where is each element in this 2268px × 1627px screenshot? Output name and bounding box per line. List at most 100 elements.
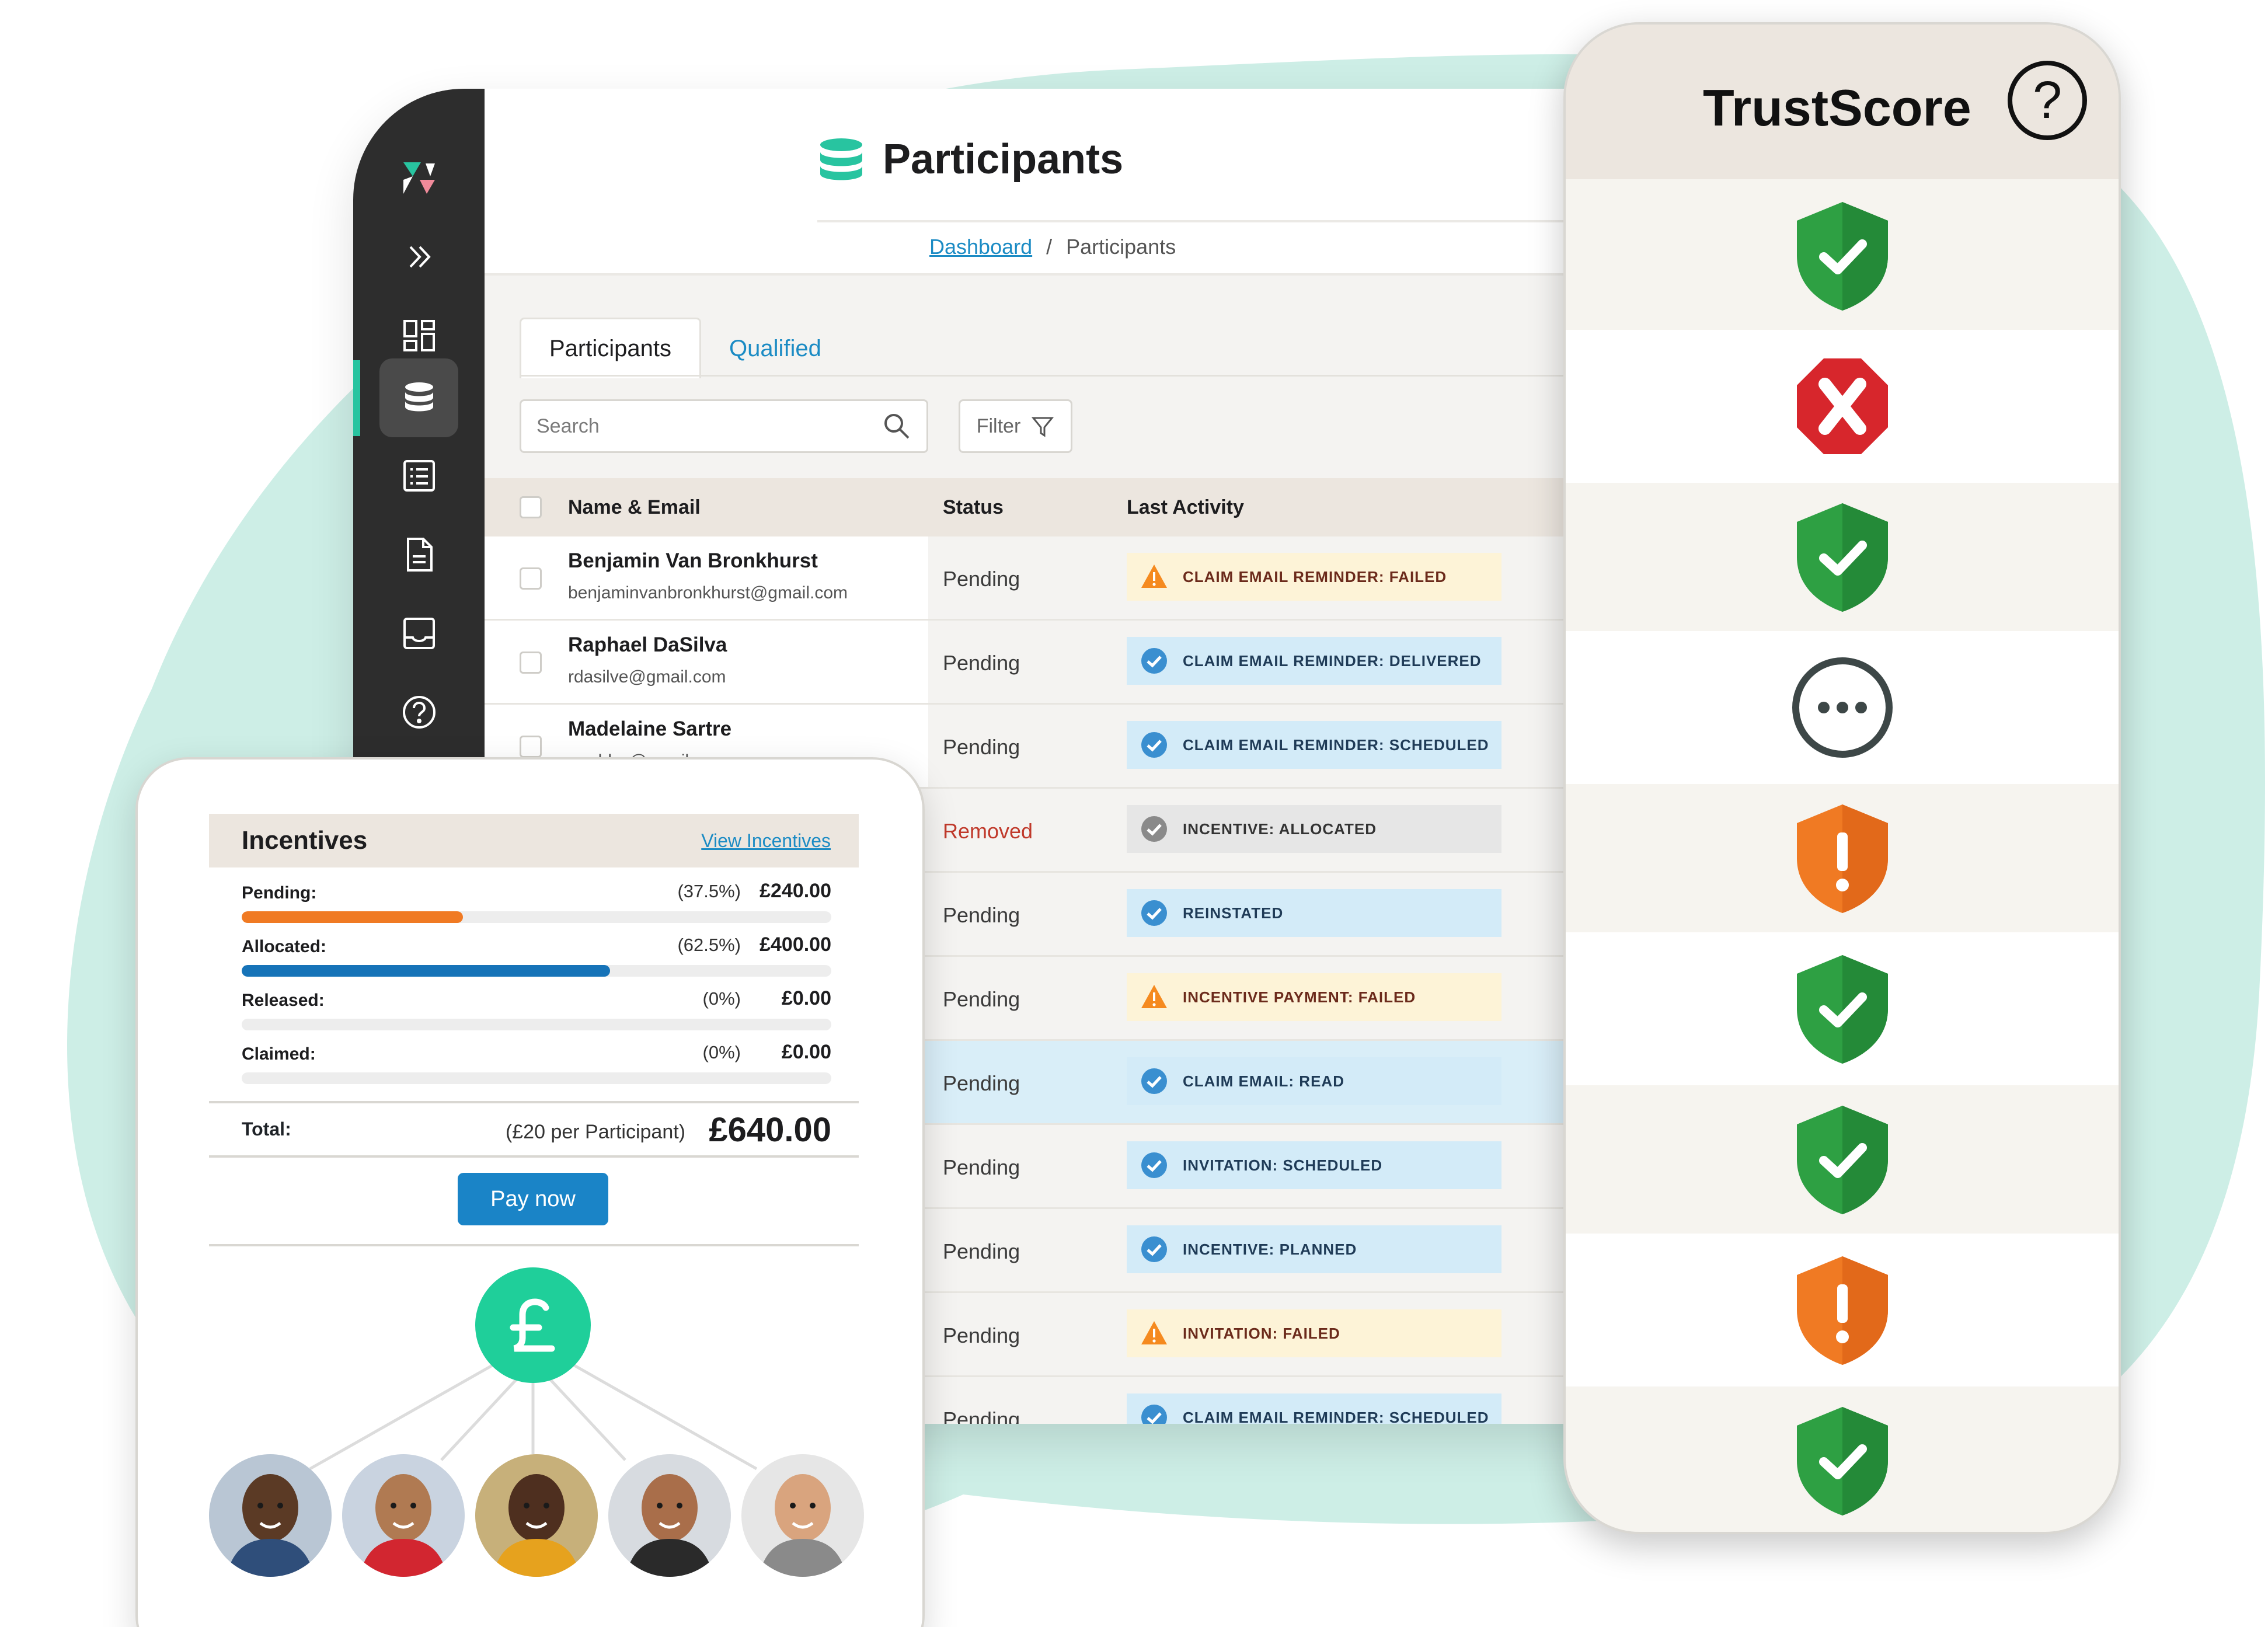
participant-name: Raphael DaSilva <box>568 633 727 656</box>
trustscore-item <box>1566 330 2119 483</box>
row-checkbox[interactable] <box>520 652 542 674</box>
help-icon[interactable]: ? <box>2008 61 2087 140</box>
incentive-percent: (0%) <box>702 988 741 1009</box>
page-title: Participants <box>817 135 1123 183</box>
tab-bar: Participants Qualified <box>520 318 849 378</box>
filter-button[interactable]: Filter <box>959 399 1072 453</box>
inbox-icon[interactable] <box>379 594 458 673</box>
search-input[interactable]: Search <box>520 399 928 453</box>
breadcrumb-dashboard-link[interactable]: Dashboard <box>929 235 1032 259</box>
incentive-label: Pending: <box>242 883 317 903</box>
activity-text: CLAIM EMAIL: READ <box>1183 1072 1344 1090</box>
pay-now-button[interactable]: Pay now <box>458 1173 608 1225</box>
warning-icon <box>1141 565 1167 588</box>
incentive-label: Allocated: <box>242 937 327 956</box>
row-checkbox[interactable] <box>520 736 542 758</box>
shield-check-icon <box>1796 1106 1888 1214</box>
stop-x-icon <box>1796 358 1888 454</box>
help-icon[interactable] <box>379 673 458 751</box>
table-header: Name & Email Status Last Activity <box>485 478 1635 536</box>
participant-email: rdasilve@gmail.com <box>568 667 726 687</box>
check-circle-icon <box>1141 1236 1167 1262</box>
divider <box>817 220 1635 222</box>
logo-icon[interactable] <box>379 138 458 217</box>
status-text: Pending <box>943 567 1020 591</box>
status-text: Pending <box>943 1071 1020 1095</box>
help-glyph: ? <box>2032 71 2063 130</box>
incentive-progress-track <box>242 965 831 977</box>
divider <box>209 1155 859 1158</box>
incentive-row: Claimed: (0%) £0.00 <box>242 1041 831 1091</box>
pending-dots-icon <box>1792 657 1893 758</box>
search-icon[interactable] <box>882 412 911 441</box>
status-text: Pending <box>943 1239 1020 1263</box>
document-icon[interactable] <box>379 515 458 594</box>
incentive-progress-fill <box>242 911 463 923</box>
participant-name: Madelaine Sartre <box>568 717 732 740</box>
select-all-checkbox[interactable] <box>520 496 542 518</box>
activity-badge: CLAIM EMAIL REMINDER: SCHEDULED <box>1127 1393 1501 1424</box>
filter-icon <box>1032 417 1054 437</box>
trustscore-item <box>1566 782 2119 935</box>
check-circle-icon <box>1141 1405 1167 1424</box>
total-label: Total: <box>242 1119 291 1140</box>
column-header-status[interactable]: Status <box>943 496 1004 519</box>
activity-text: CLAIM EMAIL REMINDER: FAILED <box>1183 567 1447 586</box>
tab-qualified[interactable]: Qualified <box>701 319 849 378</box>
table-row[interactable]: Benjamin Van Bronkhurst benjaminvanbronkh… <box>485 536 1635 621</box>
check-circle-icon <box>1141 1068 1167 1094</box>
shield-check-icon <box>1796 503 1888 612</box>
incentive-amount: £0.00 <box>781 987 831 1009</box>
check-circle-icon <box>1141 900 1167 926</box>
trustscore-header: TrustScore ? <box>1566 25 2119 179</box>
status-text: Pending <box>943 1407 1020 1424</box>
tab-participants[interactable]: Participants <box>520 318 701 378</box>
status-text: Pending <box>943 903 1020 927</box>
incentive-amount: £240.00 <box>760 880 831 902</box>
trustscore-item <box>1566 631 2119 784</box>
status-text: Pending <box>943 651 1020 675</box>
incentive-row: Pending: (37.5%) £240.00 <box>242 880 831 930</box>
shield-alert-icon <box>1796 804 1888 913</box>
incentives-title: Incentives <box>242 826 368 855</box>
avatar <box>741 1454 864 1577</box>
incentives-header: Incentives View Incentives <box>209 814 859 867</box>
avatar <box>342 1454 465 1577</box>
divider <box>209 1101 859 1103</box>
table-row[interactable]: Raphael DaSilva rdasilve@gmail.com Pending… <box>485 621 1635 705</box>
incentives-total: Total: (£20 per Participant) £640.00 <box>242 1111 831 1154</box>
activity-badge: CLAIM EMAIL REMINDER: FAILED <box>1127 553 1501 601</box>
trustscore-item <box>1566 1384 2119 1532</box>
activity-text: CLAIM EMAIL REMINDER: SCHEDULED <box>1183 736 1489 754</box>
activity-text: INCENTIVE: ALLOCATED <box>1183 820 1377 838</box>
check-circle-icon <box>1141 732 1167 758</box>
database-icon <box>820 138 862 180</box>
total-note: (£20 per Participant) <box>505 1121 685 1143</box>
incentive-label: Claimed: <box>242 1044 316 1064</box>
column-header-name[interactable]: Name & Email <box>568 496 701 519</box>
breadcrumb: Dashboard / Participants <box>929 235 1176 259</box>
activity-badge: INCENTIVE PAYMENT: FAILED <box>1127 973 1501 1021</box>
incentive-percent: (0%) <box>702 1042 741 1062</box>
incentive-progress-track <box>242 1019 831 1030</box>
pound-icon <box>475 1267 591 1383</box>
avatar <box>608 1454 731 1577</box>
column-header-activity[interactable]: Last Activity <box>1127 496 1244 519</box>
activity-text: INVITATION: SCHEDULED <box>1183 1156 1383 1174</box>
page-title-text: Participants <box>883 136 1124 183</box>
check-circle-icon <box>1141 1152 1167 1178</box>
avatar <box>475 1454 598 1577</box>
expand-icon[interactable] <box>379 217 458 296</box>
database-icon[interactable] <box>379 358 458 437</box>
incentives-card: Incentives View Incentives Pending: (37.5… <box>135 757 925 1627</box>
list-icon[interactable] <box>379 436 458 515</box>
total-amount: £640.00 <box>709 1111 831 1149</box>
check-circle-icon <box>1141 816 1167 842</box>
activity-text: REINSTATED <box>1183 904 1284 922</box>
page-header: Participants Dashboard / Participants <box>485 89 1635 276</box>
view-incentives-link[interactable]: View Incentives <box>701 830 831 852</box>
row-checkbox[interactable] <box>520 567 542 590</box>
status-text: Pending <box>943 1323 1020 1347</box>
name-cell: Benjamin Van Bronkhurst benjaminvanbronkh… <box>485 536 928 619</box>
activity-text: CLAIM EMAIL REMINDER: SCHEDULED <box>1183 1408 1489 1424</box>
